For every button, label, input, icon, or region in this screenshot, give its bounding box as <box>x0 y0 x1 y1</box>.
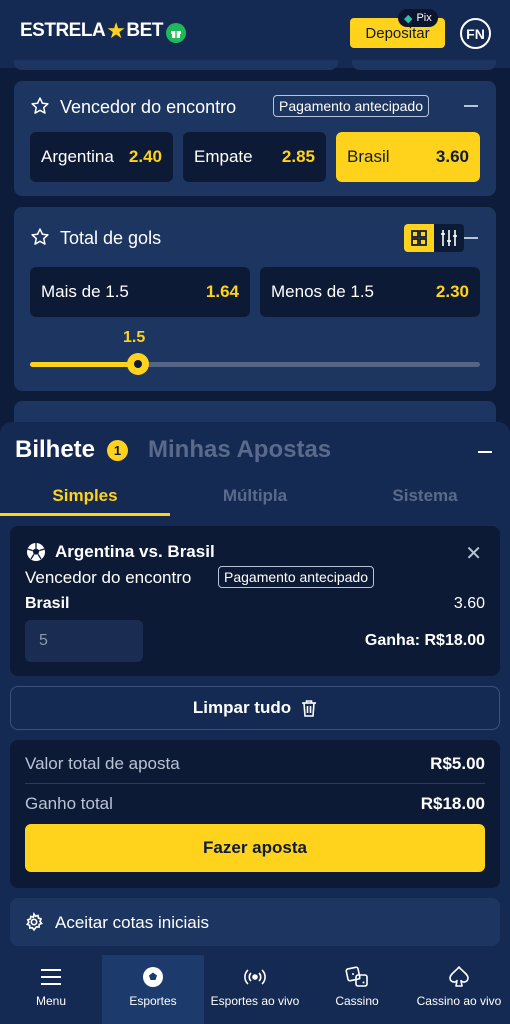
odd-label: Brasil <box>347 147 390 166</box>
tab-multipla[interactable]: Múltipla <box>170 486 340 506</box>
odd-button-under[interactable]: Menos de 1.5 2.30 <box>260 267 480 317</box>
previous-card-bottom-right <box>352 60 496 70</box>
active-tab-indicator <box>0 513 170 516</box>
logo-star-icon: ★ <box>106 18 126 43</box>
odd-value: 1.64 <box>205 282 239 301</box>
odd-value: 3.60 <box>435 147 469 166</box>
nav-label: Menu <box>35 994 67 1008</box>
betslip-panel: Bilhete 1 Minhas Apostas Simples Múltipl… <box>0 422 510 955</box>
odd-button-over[interactable]: Mais de 1.5 1.64 <box>30 267 250 317</box>
nav-cassino-ao-vivo[interactable]: Cassino ao vivo <box>408 955 510 1024</box>
odd-value: 2.85 <box>281 147 315 166</box>
view-toggle <box>404 224 464 252</box>
nav-label: Esportes <box>129 994 177 1008</box>
favorite-star-icon[interactable] <box>30 96 50 116</box>
bottom-navigation: Menu Esportes Esportes ao vivo Cassino C… <box>0 955 510 1024</box>
nav-label: Cassino <box>335 994 379 1008</box>
spade-icon <box>449 966 469 987</box>
pix-label: Pix <box>416 12 432 24</box>
total-win-label: Ganho total <box>25 794 113 813</box>
nav-esportes[interactable]: Esportes <box>102 955 204 1024</box>
win-label: Ganha: <box>364 632 421 649</box>
nav-esportes-ao-vivo[interactable]: Esportes ao vivo <box>204 955 306 1024</box>
goal-line-slider-handle[interactable] <box>127 353 149 375</box>
favorite-star-icon[interactable] <box>30 227 50 247</box>
stake-input[interactable]: 5 <box>25 620 143 662</box>
accept-initial-odds-button[interactable]: Aceitar cotas iniciais <box>10 898 500 946</box>
user-avatar[interactable]: FN <box>460 18 491 49</box>
total-stake-value: R$5.00 <box>430 754 485 773</box>
bet-summary: Valor total de aposta R$5.00 Ganho total… <box>10 740 500 888</box>
remove-bet-icon[interactable]: ✕ <box>465 541 482 566</box>
place-bet-button[interactable]: Fazer aposta <box>25 824 485 872</box>
potential-win: Ganha: R$18.00 <box>365 632 485 650</box>
gift-icon[interactable] <box>166 23 186 43</box>
odd-button-away-selected[interactable]: Brasil 3.60 <box>336 132 480 182</box>
my-bets-tab[interactable]: Minhas Apostas <box>148 436 331 464</box>
nav-menu[interactable]: Menu <box>0 955 102 1024</box>
collapse-icon[interactable] <box>464 105 478 107</box>
soccer-ball-icon <box>143 967 163 987</box>
market-title: Vencedor do encontro <box>60 97 237 117</box>
nav-label: Cassino ao vivo <box>416 994 502 1008</box>
bet-market-name: Vencedor do encontro <box>25 568 192 587</box>
odd-label: Argentina <box>41 147 114 166</box>
bet-selection: Brasil <box>25 595 70 612</box>
betslip-title[interactable]: Bilhete <box>15 436 95 464</box>
market-title: Total de gols <box>60 228 162 248</box>
total-stake-label: Valor total de aposta <box>25 754 180 773</box>
logo-text-right: BET <box>126 20 163 41</box>
menu-icon <box>41 969 61 985</box>
odd-label: Mais de 1.5 <box>41 282 129 301</box>
estrelabet-logo[interactable]: ESTRELA ★ BET <box>20 20 163 42</box>
slider-view-icon[interactable] <box>434 224 464 252</box>
odd-button-home[interactable]: Argentina 2.40 <box>30 132 173 182</box>
odd-button-draw[interactable]: Empate 2.85 <box>183 132 326 182</box>
goal-line-value: 1.5 <box>123 329 146 346</box>
live-icon <box>244 969 266 985</box>
top-header: ESTRELA ★ BET Depositar ◆ Pix FN <box>0 0 510 68</box>
market-winner: Vencedor do encontro Pagamento antecipad… <box>14 81 496 196</box>
early-payout-tag: Pagamento antecipado <box>273 95 429 117</box>
odd-label: Menos de 1.5 <box>271 282 375 301</box>
grid-view-icon[interactable] <box>404 224 434 252</box>
tab-sistema[interactable]: Sistema <box>340 486 510 506</box>
logo-text-left: ESTRELA <box>20 20 106 41</box>
early-payout-tag: Pagamento antecipado <box>218 566 374 588</box>
soccer-ball-icon <box>27 543 45 561</box>
betslip-count-badge: 1 <box>107 440 128 461</box>
tab-simples[interactable]: Simples <box>0 486 170 506</box>
summary-divider <box>25 783 485 784</box>
goal-line-slider-fill <box>30 362 138 367</box>
accept-odds-label: Aceitar cotas iniciais <box>55 913 210 932</box>
previous-card-bottom <box>14 60 338 70</box>
odd-value: 2.40 <box>128 147 162 166</box>
nav-cassino[interactable]: Cassino <box>306 955 408 1024</box>
pix-icon: ◆ <box>404 12 413 25</box>
match-name: Argentina vs. Brasil <box>55 542 215 561</box>
bet-selection-card: Argentina vs. Brasil ✕ Vencedor do encon… <box>10 526 500 676</box>
collapse-icon[interactable] <box>464 237 478 239</box>
clear-all-label: Limpar tudo <box>192 698 292 717</box>
minimize-icon[interactable] <box>478 451 492 453</box>
trash-icon <box>302 700 317 717</box>
win-value: R$18.00 <box>424 632 486 649</box>
clear-all-button[interactable]: Limpar tudo <box>10 686 500 730</box>
gear-icon <box>25 912 43 932</box>
total-win-value: R$18.00 <box>420 794 485 813</box>
pix-badge: ◆ Pix <box>398 9 438 27</box>
odd-value: 2.30 <box>435 282 469 301</box>
dice-icon <box>345 966 368 987</box>
bet-odd: 3.60 <box>453 595 485 612</box>
odd-label: Empate <box>194 147 253 166</box>
nav-label: Esportes ao vivo <box>210 994 300 1008</box>
